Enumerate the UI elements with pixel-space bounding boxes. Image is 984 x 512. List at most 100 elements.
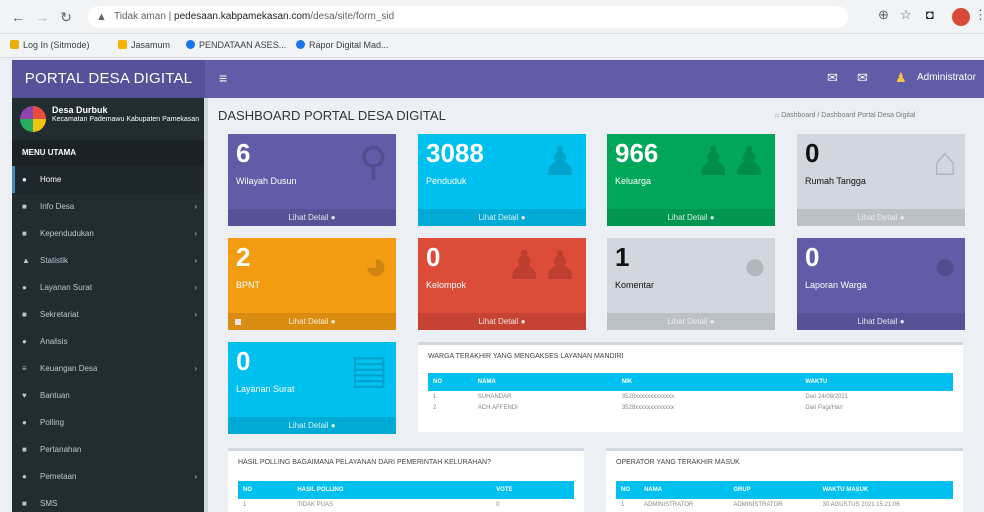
reload-icon[interactable]: ↻ (58, 9, 74, 25)
menu-icon[interactable]: ⋮ (974, 7, 984, 23)
detail-link[interactable]: Lihat Detail ● (797, 209, 965, 226)
envelope-icon[interactable]: ✉ (857, 70, 868, 86)
stat-value: 966 (615, 138, 659, 168)
stat-box: 966 Keluarga ♟♟ Lihat Detail ● (607, 134, 775, 226)
menu-icon: ● (22, 283, 27, 292)
stat-value: 6 (236, 138, 251, 168)
sidebar-item[interactable]: ≡ Keuangan Desa › (12, 355, 205, 382)
sidebar-item[interactable]: ● Analisis (12, 328, 205, 355)
detail-link[interactable]: Lihat Detail ● (228, 313, 396, 330)
sidebar-item[interactable]: ■ Sekretariat › (12, 301, 205, 328)
sidebar-scrollbar[interactable] (204, 98, 208, 512)
menu-icon: ≡ (22, 364, 27, 373)
sidebar-item-label: Kependudukan (40, 229, 94, 238)
column-header[interactable]: NO (616, 481, 640, 499)
menu-icon: ■ (22, 310, 27, 319)
column-header[interactable]: WAKTU MASUK (817, 481, 953, 499)
column-header[interactable]: HASIL POLLING (292, 481, 492, 499)
forward-icon[interactable]: → (34, 9, 50, 25)
sidebar-item[interactable]: ▲ Statistik › (12, 247, 205, 274)
table-cell: 3528xxxxxxxxxxxxx (621, 393, 675, 400)
sidebar-item[interactable]: ♥ Bantuan (12, 382, 205, 409)
sidebar-item-label: Pemetaan (40, 472, 77, 481)
extensions-icon[interactable]: ◘ (926, 7, 934, 22)
profile-avatar[interactable] (952, 8, 970, 26)
location-icon: ⚲ (358, 140, 388, 184)
polling-table: NO HASIL POLLING VOTE 1 TIDAK PUAS 0 (238, 481, 574, 510)
table-header: NO NAMA NIK WAKTU (428, 373, 953, 391)
sidebar-item[interactable]: ● Home (12, 166, 205, 193)
column-header[interactable]: NO (238, 481, 293, 499)
column-header[interactable]: WAKTU (800, 373, 953, 391)
sidebar-item-label: Layanan Surat (40, 283, 93, 292)
column-header[interactable]: NAMA (472, 373, 617, 391)
globe-icon (186, 40, 195, 49)
column-header[interactable]: NIK (616, 373, 801, 391)
table-row: 1 SUHANDAR 3528xxxxxxxxxxxxx Dari 24/08/202… (428, 391, 953, 402)
operator-table: NO NAMA GRUP WAKTU MASUK 1 ADMINISTRATOR ADMIN… (616, 481, 953, 510)
chevron-right-icon: › (194, 256, 197, 265)
detail-link[interactable]: Lihat Detail ● (228, 209, 396, 226)
detail-link[interactable]: Lihat Detail ● (418, 313, 586, 330)
stat-box: 2 BPNT ◕ Lihat Detail ● (228, 238, 396, 330)
sidebar-item[interactable]: ● Layanan Surat › (12, 274, 205, 301)
user-subtitle: Kecamatan Pademawu Kabupaten Pamekasan (52, 116, 200, 123)
detail-link[interactable]: Lihat Detail ● (607, 209, 775, 226)
address-bar[interactable]: ▲ Tidak aman | pedesaan.kabpamekasan.com… (88, 6, 848, 28)
sidebar-item[interactable]: ■ Pertanahan (12, 436, 205, 463)
column-header[interactable]: NAMA (639, 481, 729, 499)
stat-box: 0 Layanan Surat ▤ Lihat Detail ● (228, 342, 396, 434)
menu-icon: ● (22, 472, 27, 481)
table-cell: 2 (433, 404, 437, 411)
detail-link[interactable]: Lihat Detail ● (418, 209, 586, 226)
back-icon[interactable]: ← (10, 9, 26, 25)
stat-box: 0 Kelompok ♟♟ Lihat Detail ● (418, 238, 586, 330)
stat-value: 0 (426, 242, 441, 272)
zoom-icon[interactable]: ⊕ (878, 7, 889, 23)
detail-link[interactable]: Lihat Detail ● (228, 417, 396, 434)
url-path: /desa/site/form_sid (310, 11, 395, 22)
sidebar-item-label: Analisis (40, 337, 68, 346)
stat-box: 1 Komentar ● Lihat Detail ● (607, 238, 775, 330)
user-icon[interactable]: ♟ (895, 70, 907, 86)
stat-box: 6 Wilayah Dusun ⚲ Lihat Detail ● (228, 134, 396, 226)
column-header[interactable]: VOTE (491, 481, 574, 499)
sidebar-item[interactable]: ■ Info Desa › (12, 193, 205, 220)
table-cell: Dari Pagi/Hari (805, 404, 843, 411)
comment-icon[interactable]: ✉ (827, 70, 838, 86)
bookmark-item[interactable]: Rapor Digital Mad... (296, 40, 389, 50)
chevron-right-icon: › (194, 364, 197, 373)
user-name: Desa Durbuk (52, 105, 108, 115)
sidebar-item[interactable]: ● Pemetaan › (12, 463, 205, 490)
app-logo[interactable]: PORTAL DESA DIGITAL (12, 60, 205, 98)
url-host: pedesaan.kabpamekasan.com (174, 11, 311, 22)
table-header: NO HASIL POLLING VOTE (238, 481, 574, 499)
sidebar-item[interactable]: ● Polling (12, 409, 205, 436)
star-icon[interactable]: ☆ (900, 7, 912, 23)
menu-icon: ● (22, 418, 27, 427)
sidebar-item[interactable]: ■ SMS (12, 490, 205, 512)
warning-icon: ▲ (96, 11, 107, 23)
table-header: NO NAMA GRUP WAKTU MASUK (616, 481, 953, 499)
bookmark-item[interactable]: Jasamum (118, 40, 170, 50)
sidebar-item[interactable]: ■ Kependudukan › (12, 220, 205, 247)
sidebar-item-label: Bantuan (40, 391, 70, 400)
table-cell: ACH.AFFENDI (477, 404, 518, 411)
breadcrumb[interactable]: ⌂ Dashboard / Dashboard Portal Desa Digi… (775, 112, 915, 119)
table-row: 2 ACH.AFFENDI 3528xxxxxxxxxxxxx Dari Pagi/H… (428, 402, 953, 413)
comment-icon: ● (742, 244, 767, 288)
bookmark-item[interactable]: PENDATAAN ASES... (186, 40, 286, 50)
admin-label[interactable]: Administrator (917, 72, 976, 83)
column-header[interactable]: GRUP (728, 481, 818, 499)
chevron-right-icon: › (194, 283, 197, 292)
bookmark-item[interactable]: Log In (Sitmode) (10, 40, 90, 50)
sidebar-item-label: Polling (40, 418, 65, 427)
menu-icon: ■ (22, 202, 27, 211)
table-cell: SUHANDAR (477, 393, 512, 400)
column-header[interactable]: NO (428, 373, 473, 391)
stat-value: 0 (236, 346, 251, 376)
detail-link[interactable]: Lihat Detail ● (607, 313, 775, 330)
sidebar-toggle-icon[interactable]: ≡ (219, 70, 227, 86)
detail-link[interactable]: Lihat Detail ● (797, 313, 965, 330)
sidebar-item-label: Pertanahan (40, 445, 82, 454)
